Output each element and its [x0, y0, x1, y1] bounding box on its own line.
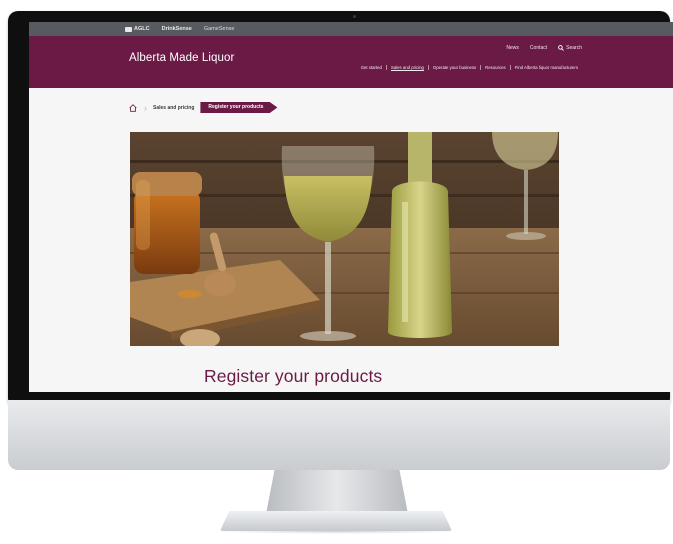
- chevron-right-icon: ›: [144, 102, 147, 113]
- site-header: Alberta Made Liquor News Contact Search …: [29, 36, 673, 88]
- aglc-label: AGLC: [134, 26, 150, 32]
- aglc-link[interactable]: AGLC: [125, 26, 150, 32]
- contact-link[interactable]: Contact: [530, 45, 547, 51]
- hero-image: [130, 132, 559, 346]
- hero-photo: [130, 132, 559, 346]
- news-link[interactable]: News: [506, 45, 519, 51]
- nav-operate-your-business[interactable]: Operate your business: [427, 65, 480, 70]
- search-icon: [558, 45, 564, 51]
- utility-bar: AGLC DrinkSense GameSense: [29, 22, 673, 36]
- aglc-logo-icon: [125, 26, 132, 32]
- search-link[interactable]: Search: [558, 45, 582, 51]
- monitor-stand-base: [220, 511, 452, 531]
- website-screen: AGLC DrinkSense GameSense Alberta Made L…: [29, 22, 673, 392]
- nav-resources[interactable]: Resources: [480, 65, 510, 70]
- utility-links: News Contact Search: [506, 45, 582, 51]
- search-label: Search: [566, 45, 582, 51]
- monitor-chin: [8, 400, 670, 470]
- drinksense-link[interactable]: DrinkSense: [162, 26, 192, 32]
- gamesense-link[interactable]: GameSense: [204, 26, 235, 32]
- breadcrumb-sales-and-pricing[interactable]: Sales and pricing: [153, 105, 194, 111]
- home-icon[interactable]: [127, 102, 138, 113]
- breadcrumb-current: Register your products: [200, 102, 278, 113]
- nav-find-manufacturers[interactable]: Find Alberta liquor manufacturers: [509, 65, 582, 70]
- main-navigation: Get started Sales and pricing Operate yo…: [357, 65, 582, 70]
- imac-mockup: AGLC DrinkSense GameSense Alberta Made L…: [0, 0, 673, 544]
- site-brand[interactable]: Alberta Made Liquor: [129, 52, 234, 64]
- monitor-stand-neck: [266, 470, 408, 514]
- page-title: Register your products: [204, 366, 383, 386]
- camera-dot: [353, 15, 356, 18]
- nav-sales-and-pricing[interactable]: Sales and pricing: [385, 65, 428, 70]
- breadcrumb: › Sales and pricing Register your produc…: [127, 102, 278, 113]
- nav-get-started[interactable]: Get started: [357, 65, 386, 70]
